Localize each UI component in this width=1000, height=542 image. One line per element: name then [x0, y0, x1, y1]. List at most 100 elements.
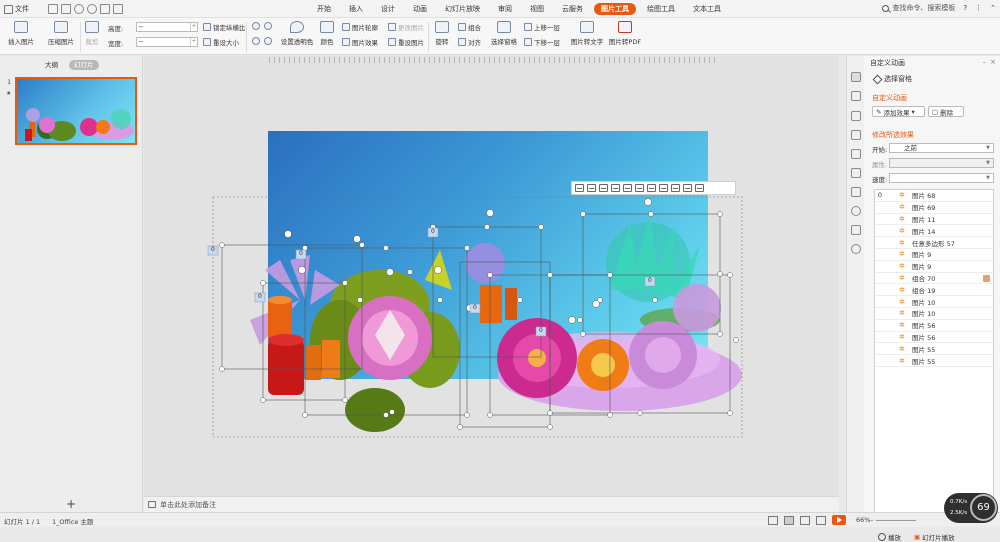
distribute-center-icon[interactable] — [671, 184, 680, 192]
effect-star-icon: ✲ — [899, 226, 905, 235]
list-item[interactable]: ✲ 图片 10 — [875, 296, 993, 308]
share-icon[interactable] — [851, 225, 861, 235]
anim-item-name: 图片 69 — [912, 204, 936, 213]
distribute-h-icon[interactable] — [647, 184, 656, 192]
effect-star-icon: ✲ — [899, 321, 905, 330]
effect-star-icon: ✲ — [899, 297, 905, 306]
history-icon[interactable] — [851, 206, 861, 216]
item-menu-icon[interactable] — [983, 274, 990, 282]
floating-align-toolbar — [571, 181, 736, 195]
align-middle-icon[interactable] — [623, 184, 632, 192]
add-effect-label: 添加效果 — [883, 108, 910, 117]
slideshow-label: 幻灯片播放 — [922, 534, 955, 542]
list-item[interactable]: ✲ 组合 19 — [875, 284, 993, 297]
start-dropdown[interactable]: 之前 ▼ — [889, 143, 994, 153]
chevron-down-icon: ▼ — [986, 145, 990, 151]
pane-controls: – × — [983, 58, 996, 66]
align-center-icon[interactable] — [587, 184, 596, 192]
anim-item-name: 组合 19 — [912, 286, 936, 295]
anim-order-badge: 0 — [211, 246, 215, 253]
distribute-v-icon[interactable] — [659, 184, 668, 192]
help-icon[interactable] — [851, 244, 861, 254]
delete-button[interactable]: ▢ 删除 — [928, 106, 964, 117]
list-item[interactable]: ✲ 组合 70 — [875, 273, 993, 285]
notes-placeholder: 单击此处添加备注 — [160, 500, 216, 509]
list-item[interactable]: ✲ 图片 56 — [875, 320, 993, 332]
list-item[interactable]: ✲ 图片 55 — [875, 355, 993, 367]
play-button[interactable]: 播放 — [878, 532, 901, 542]
speed-dropdown[interactable]: ▼ — [889, 173, 994, 183]
list-item[interactable]: ✲ 图片 69 — [875, 202, 993, 214]
style-icon[interactable] — [851, 111, 861, 121]
normal-view-icon[interactable] — [784, 516, 794, 525]
list-item[interactable]: ✲ 图片 9 — [875, 261, 993, 273]
star-icon[interactable] — [851, 168, 861, 178]
list-item[interactable]: ✲ 图片 14 — [875, 225, 993, 238]
chevron-down-icon: ▼ — [986, 160, 990, 166]
list-item[interactable]: ✲ 图片 55 — [875, 343, 993, 356]
anim-item-name: 图片 68 — [912, 192, 936, 201]
list-item[interactable]: ✲ 图片 10 — [875, 308, 993, 320]
property-dropdown[interactable]: ▼ — [889, 158, 994, 168]
effect-star-icon: ✲ — [899, 262, 905, 271]
layers-icon[interactable] — [851, 149, 861, 159]
effect-star-icon: ✲ — [899, 344, 905, 353]
align-top-icon[interactable] — [611, 184, 620, 192]
list-item[interactable]: ✲ 图片 11 — [875, 214, 993, 226]
zoom-out-button[interactable]: – — [870, 516, 873, 524]
effect-star-icon: ✲ — [899, 285, 905, 294]
speed-label: 速度: — [872, 176, 888, 184]
start-value: 之前 — [904, 144, 917, 152]
play-label: 播放 — [888, 534, 901, 542]
orange-flower[interactable] — [577, 339, 629, 391]
anim-item-name: 任意多边形 57 — [912, 239, 955, 248]
align-right-icon[interactable] — [599, 184, 608, 192]
anim-order-badge: 0 — [431, 228, 435, 235]
side-icon-rail — [846, 56, 864, 512]
table-icon[interactable] — [851, 187, 861, 197]
custom-animation-pane: 自定义动画 – × 选择窗格 自定义动画 ✎ 添加效果 ▾ ▢ 删除 修改所选效… — [864, 56, 1000, 542]
zoom-slider[interactable] — [876, 520, 916, 521]
play-icon — [878, 533, 886, 541]
slideshow-play-button[interactable] — [832, 515, 846, 525]
chevron-down-icon: ▾ — [911, 107, 915, 116]
notes-area[interactable]: 单击此处添加备注 — [144, 496, 839, 512]
settings-icon[interactable] — [851, 130, 861, 140]
effect-star-icon: ✲ — [899, 191, 905, 200]
pin-icon[interactable]: – — [983, 58, 987, 66]
copy-icon[interactable] — [695, 184, 704, 192]
effect-star-icon: ✲ — [899, 309, 905, 318]
list-item[interactable]: ✲ 图片 9 — [875, 249, 993, 261]
list-item[interactable]: ✲ 图片 56 — [875, 332, 993, 344]
anim-item-name: 图片 10 — [912, 298, 936, 307]
anim-item-name: 图片 9 — [912, 263, 932, 272]
status-bar: 幻灯片 1 / 1 1_Office 主题 66% – — [0, 512, 1000, 527]
theme-name: 1_Office 主题 — [52, 518, 94, 526]
purple-bloom-top[interactable] — [465, 243, 505, 283]
anim-item-name: 图片 14 — [912, 227, 936, 236]
reading-view-icon[interactable] — [816, 516, 826, 525]
slideshow-button[interactable]: ▣ 幻灯片播放 — [914, 532, 955, 542]
effect-star-icon: ✲ — [899, 214, 905, 223]
sorter-view-icon[interactable] — [800, 516, 810, 525]
property-label: 属性: — [872, 161, 888, 169]
group-objects-icon[interactable] — [683, 184, 692, 192]
pink-lotus[interactable] — [348, 296, 432, 380]
animation-list: 0 ✲ 图片 68 ✲ 图片 69 ✲ 图片 11 ✲ 图片 14 ✲ 任意多边形 57 ✲… — [874, 189, 994, 519]
align-bottom-icon[interactable] — [635, 184, 644, 192]
align-left-icon[interactable] — [575, 184, 584, 192]
list-item[interactable]: 0 ✲ 图片 68 — [875, 190, 993, 202]
close-icon[interactable]: × — [990, 58, 996, 66]
add-effect-button[interactable]: ✎ 添加效果 ▾ — [872, 106, 925, 117]
effect-star-icon: ✲ — [899, 203, 905, 212]
animation-pane-icon[interactable] — [851, 72, 861, 82]
red-tube-coral[interactable] — [268, 334, 304, 395]
zoom-level[interactable]: 66% — [856, 516, 870, 524]
select-pane-label: 选择窗格 — [884, 75, 912, 83]
select-pane-link[interactable]: 选择窗格 — [872, 74, 912, 84]
object-icon[interactable] — [851, 91, 861, 101]
comment-icon[interactable] — [768, 516, 778, 525]
cursor-icon — [872, 74, 883, 84]
anim-item-name: 图片 11 — [912, 215, 936, 224]
list-item[interactable]: ✲ 任意多边形 57 — [875, 237, 993, 249]
